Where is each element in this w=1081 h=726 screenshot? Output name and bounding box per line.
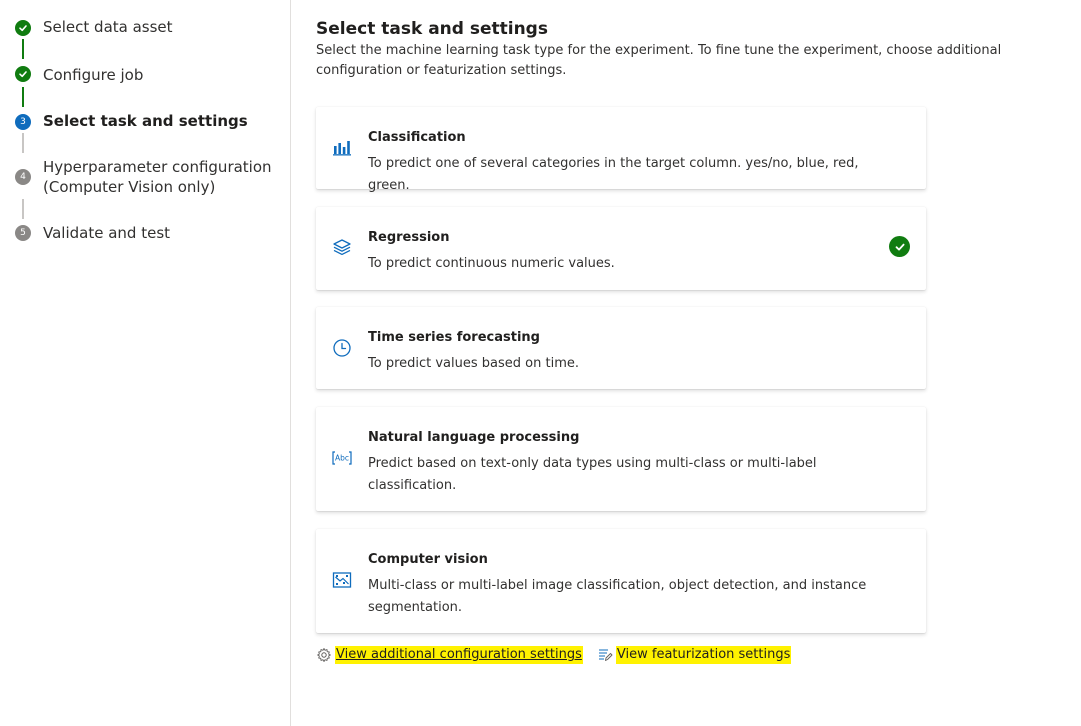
step-complete-check-icon (15, 66, 31, 82)
view-featurization-link[interactable]: View featurization settings (597, 646, 792, 664)
step-label: Validate and test (43, 224, 171, 242)
task-description: To predict continuous numeric values. (368, 256, 615, 271)
text-abc-icon: Abc (332, 448, 352, 468)
task-card-time-series-forecasting[interactable]: Time series forecasting To predict value… (316, 307, 926, 389)
image-icon (332, 570, 352, 590)
page-title: Select task and settings (316, 19, 548, 39)
page-description: Select the machine learning task type fo… (316, 43, 1002, 78)
step-connector (22, 87, 24, 107)
task-title: Natural language processing (368, 430, 580, 445)
task-card-classification[interactable]: Classification To predict one of several… (316, 107, 926, 193)
view-featurization-label: View featurization settings (615, 646, 792, 664)
task-title: Classification (368, 130, 466, 145)
step-number-badge: 5 (15, 225, 31, 241)
view-additional-configuration-label: View additional configuration settings (335, 646, 583, 664)
task-card-computer-vision[interactable]: Computer vision Multi-class or multi-lab… (316, 529, 926, 633)
step-complete-check-icon (15, 20, 31, 36)
step-connector (22, 133, 24, 153)
step-label: Select data asset (43, 18, 173, 36)
step-number-badge: 4 (15, 169, 31, 185)
settings-links: View additional configuration settings V… (316, 644, 792, 666)
view-additional-configuration-link[interactable]: View additional configuration settings (316, 646, 583, 664)
task-title: Computer vision (368, 552, 488, 567)
step-label: Hyperparameter configuration (Computer V… (43, 158, 272, 196)
task-card-natural-language-processing[interactable]: Abc Natural language processing Predict … (316, 407, 926, 511)
layers-icon (332, 237, 352, 257)
task-title: Regression (368, 230, 450, 245)
task-description: Predict based on text-only data types us… (368, 456, 817, 493)
wizard-stepper: Select data asset Configure job 3 Select… (0, 0, 291, 726)
selected-check-icon (889, 236, 910, 257)
task-title: Time series forecasting (368, 330, 540, 345)
step-label: Configure job (43, 66, 144, 84)
task-description: To predict values based on time. (368, 356, 579, 371)
bar-chart-icon (332, 137, 352, 157)
gear-icon (316, 647, 332, 663)
automl-wizard: Select data asset Configure job 3 Select… (0, 0, 1081, 726)
task-description: Multi-class or multi-label image classif… (368, 578, 867, 615)
step-number-badge: 3 (15, 114, 31, 130)
svg-text:Abc: Abc (335, 454, 349, 463)
clock-icon (332, 338, 352, 358)
featurization-settings-icon (597, 647, 613, 663)
step-connector (22, 39, 24, 59)
step-connector (22, 199, 24, 219)
step-label: Select task and settings (43, 112, 248, 130)
task-description: To predict one of several categories in … (368, 156, 859, 193)
task-card-regression[interactable]: Regression To predict continuous numeric… (316, 207, 926, 290)
